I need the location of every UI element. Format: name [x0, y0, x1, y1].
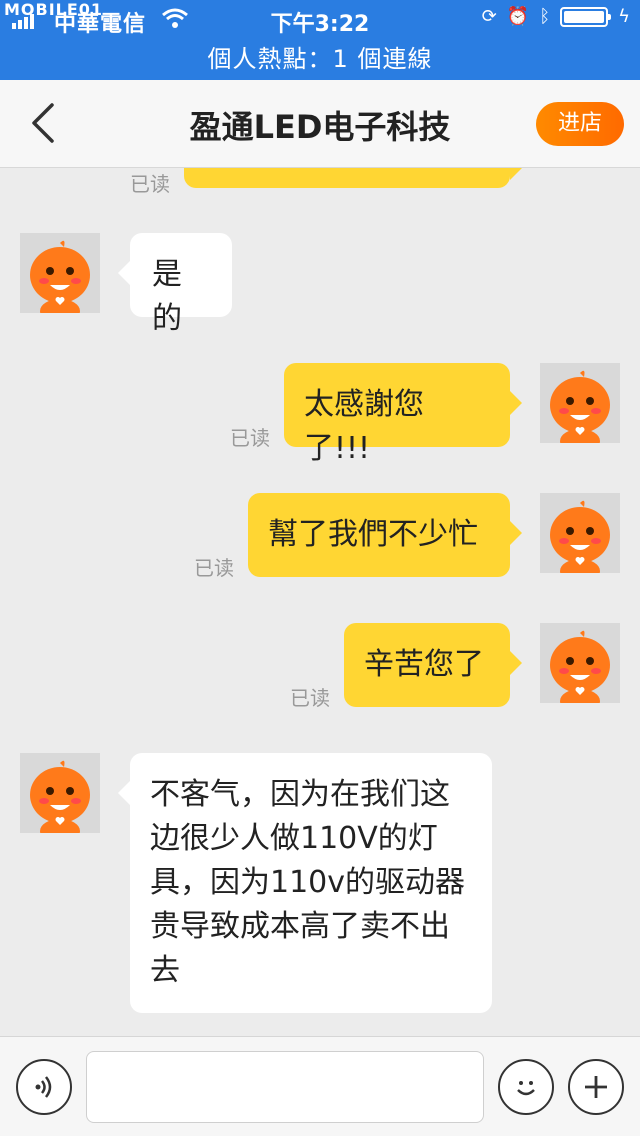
message-line: 去 — [150, 953, 180, 988]
voice-button[interactable] — [16, 1059, 72, 1115]
message-bubble[interactable]: 辛苦您了 — [344, 623, 522, 707]
message-bubble[interactable]: 幫了我們不少忙 — [248, 493, 522, 577]
message-input[interactable] — [86, 1051, 484, 1123]
message-line: 贵导致成本高了卖不出 — [150, 909, 450, 944]
message-list[interactable]: 已读 是的 太感謝您了!!! 已读 幫了我們不少忙 已读 辛苦您了 已读 不客气… — [0, 168, 640, 1036]
bluetooth-icon: ᛒ — [539, 6, 551, 27]
plus-button[interactable] — [568, 1059, 624, 1115]
battery-icon — [560, 6, 612, 27]
voice-icon — [35, 1076, 52, 1098]
alarm-icon: ⏰ — [506, 6, 530, 27]
rotation-lock-icon: ⟳ — [481, 6, 497, 27]
store-button[interactable]: 进店 — [536, 102, 624, 146]
avatar[interactable] — [20, 233, 100, 323]
read-receipt: 已读 — [290, 686, 330, 710]
avatar[interactable] — [540, 363, 620, 453]
read-receipt: 已读 — [130, 172, 170, 196]
input-bar — [0, 1036, 640, 1136]
avatar[interactable] — [20, 753, 100, 843]
emoji-button[interactable] — [498, 1059, 554, 1115]
charging-icon: ϟ — [618, 6, 630, 27]
message-bubble[interactable]: 是的 — [118, 233, 232, 336]
read-receipt: 已读 — [230, 426, 270, 450]
chat-header: 盈通LED电子科技 进店 — [0, 80, 640, 168]
read-receipt: 已读 — [194, 556, 234, 580]
message-bubble-clipped[interactable] — [184, 168, 522, 188]
message-line: 不客气，因为在我们这 — [150, 777, 450, 812]
status-bar: 中華電信 MOBILE01 下午3:22 ⟳ ⏰ ᛒ ϟ — [0, 0, 640, 40]
avatar[interactable] — [540, 623, 620, 713]
avatar[interactable] — [540, 493, 620, 583]
emoji-icon — [517, 1081, 535, 1096]
plus-icon — [585, 1076, 607, 1098]
hotspot-banner[interactable]: 個人熱點：1 個連線 — [0, 40, 640, 80]
message-line: 具，因为110v的驱动器 — [150, 865, 466, 900]
message-bubble[interactable]: 不客气，因为在我们这 边很少人做110V的灯 具，因为110v的驱动器 贵导致成… — [118, 753, 492, 1013]
message-bubble[interactable]: 太感謝您了!!! — [284, 363, 522, 466]
message-line: 边很少人做110V的灯 — [150, 821, 438, 856]
